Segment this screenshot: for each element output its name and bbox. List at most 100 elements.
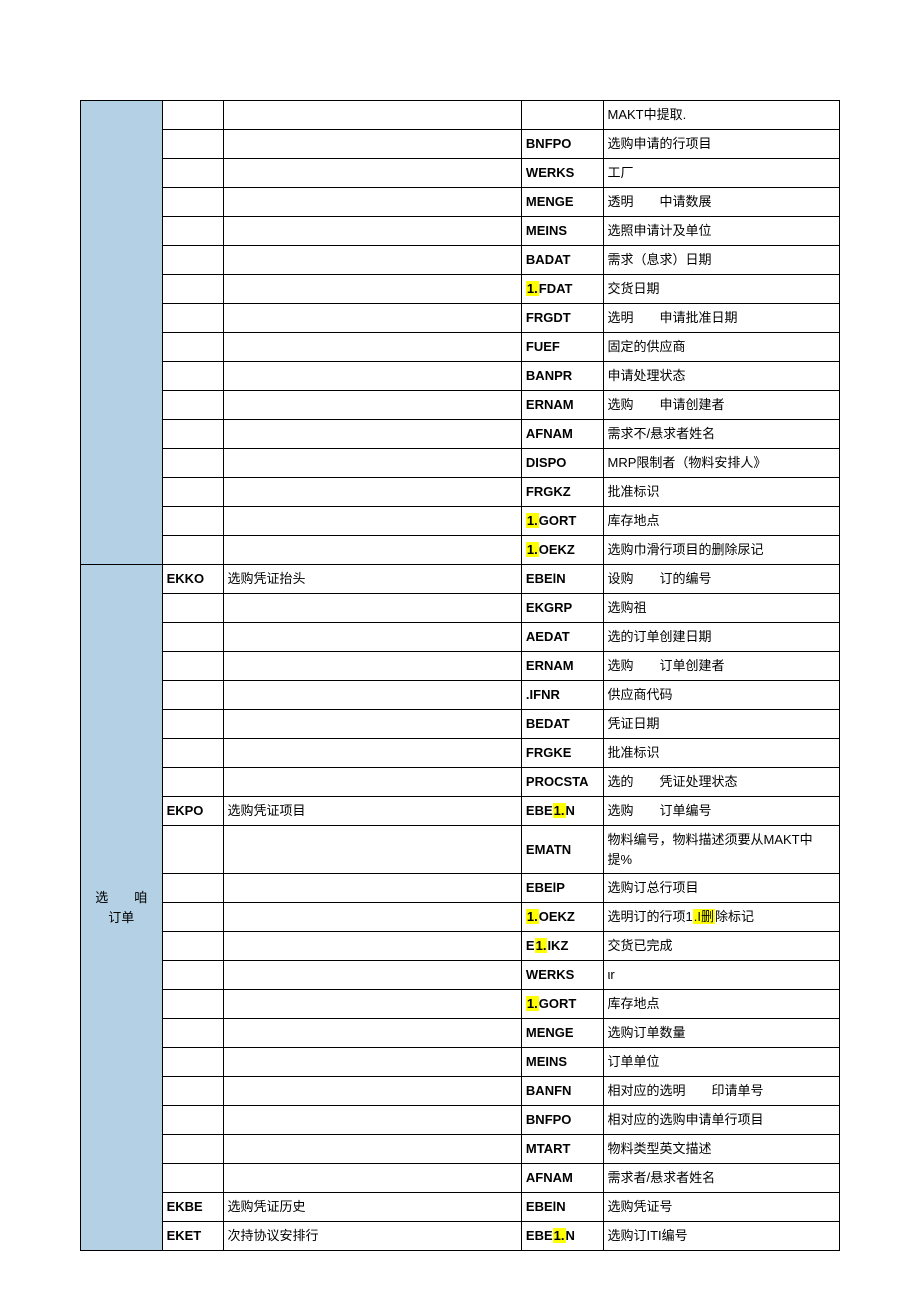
table-name-cell — [162, 652, 223, 681]
table-row: EBElP选购订总行项目 — [81, 874, 840, 903]
field-name-cell: BANFN — [521, 1077, 603, 1106]
table-name-cell — [162, 739, 223, 768]
field-name-cell: EBE1.N — [521, 797, 603, 826]
field-desc-cell: 物料类型英文描述 — [603, 1135, 840, 1164]
field-desc-cell: 选购订单数量 — [603, 1019, 840, 1048]
table-name-cell — [162, 246, 223, 275]
table-row: MEINS订单单位 — [81, 1048, 840, 1077]
field-desc-cell: 选的订单创建日期 — [603, 623, 840, 652]
table-desc-cell — [223, 449, 521, 478]
table-row: BNFPO相对应的选购申请单行项目 — [81, 1106, 840, 1135]
field-desc-cell: MAKT中提取. — [603, 101, 840, 130]
data-dictionary-table: MAKT中提取.BNFPO选购申请的行项目WERKS工厂MENGE透明 中请数展… — [80, 100, 840, 1251]
table-desc-cell — [223, 652, 521, 681]
category-cell — [81, 101, 163, 565]
field-desc-cell: 设购 订的编号 — [603, 565, 840, 594]
table-row: ERNAM选购 申请创建者 — [81, 391, 840, 420]
table-desc-cell — [223, 304, 521, 333]
table-row: BNFPO选购申请的行项目 — [81, 130, 840, 159]
table-row: AFNAM需求不/悬求者姓名 — [81, 420, 840, 449]
table-name-cell — [162, 449, 223, 478]
table-row: BANFN相对应的选明 印请单号 — [81, 1077, 840, 1106]
field-name-cell: E1.IKZ — [521, 932, 603, 961]
field-desc-cell: ιr — [603, 961, 840, 990]
table-row: 1.OEKZ选明订的行项1.I删除标记 — [81, 903, 840, 932]
field-name-cell: PROCSTA — [521, 768, 603, 797]
table-name-cell — [162, 507, 223, 536]
field-name-cell: MEINS — [521, 1048, 603, 1077]
field-name-cell: BEDAT — [521, 710, 603, 739]
field-desc-cell: 选购巾滑行项目的删除尿记 — [603, 536, 840, 565]
field-desc-cell: 相对应的选明 印请单号 — [603, 1077, 840, 1106]
table-row: FUEF固定的供应商 — [81, 333, 840, 362]
field-desc-cell: 选明订的行项1.I删除标记 — [603, 903, 840, 932]
field-desc-cell: 申请处理状态 — [603, 362, 840, 391]
field-name-cell: 1.FDAT — [521, 275, 603, 304]
table-name-cell — [162, 188, 223, 217]
field-name-cell: .IFNR — [521, 681, 603, 710]
table-row: AEDAT选的订单创建日期 — [81, 623, 840, 652]
field-name-cell: DISPO — [521, 449, 603, 478]
table-desc-cell — [223, 594, 521, 623]
table-desc-cell — [223, 333, 521, 362]
field-name-cell: FUEF — [521, 333, 603, 362]
table-row: EMATN物料编号，物料描述须要从MAKT中提% — [81, 826, 840, 874]
table-desc-cell — [223, 1164, 521, 1193]
table-desc-cell — [223, 739, 521, 768]
table-name-cell — [162, 304, 223, 333]
table-row: 1.GORT库存地点 — [81, 507, 840, 536]
table-desc-cell — [223, 478, 521, 507]
table-desc-cell — [223, 275, 521, 304]
field-desc-cell: 选照申请计及单位 — [603, 217, 840, 246]
table-desc-cell — [223, 159, 521, 188]
table-desc-cell: 选购凭证项目 — [223, 797, 521, 826]
table-desc-cell — [223, 536, 521, 565]
field-desc-cell: 选购 订单编号 — [603, 797, 840, 826]
field-name-cell: EMATN — [521, 826, 603, 874]
table-name-cell — [162, 681, 223, 710]
table-desc-cell — [223, 246, 521, 275]
table-row: MENGE透明 中请数展 — [81, 188, 840, 217]
table-name-cell — [162, 961, 223, 990]
field-name-cell: ERNAM — [521, 652, 603, 681]
field-desc-cell: 库存地点 — [603, 507, 840, 536]
table-desc-cell — [223, 990, 521, 1019]
table-row: MEINS选照申请计及单位 — [81, 217, 840, 246]
field-name-cell: EBElN — [521, 1193, 603, 1222]
table-desc-cell — [223, 362, 521, 391]
table-desc-cell — [223, 101, 521, 130]
table-name-cell — [162, 1106, 223, 1135]
table-desc-cell — [223, 1048, 521, 1077]
field-name-cell: EKGRP — [521, 594, 603, 623]
field-desc-cell: 选购订ITI编号 — [603, 1222, 840, 1251]
field-desc-cell: 选购申请的行项目 — [603, 130, 840, 159]
table-desc-cell — [223, 130, 521, 159]
table-desc-cell — [223, 1106, 521, 1135]
table-row: 选 咱 订单EKKO选购凭证抬头EBElN设购 订的编号 — [81, 565, 840, 594]
table-name-cell — [162, 130, 223, 159]
table-row: EKET次持协议安排行EBE1.N选购订ITI编号 — [81, 1222, 840, 1251]
table-desc-cell — [223, 188, 521, 217]
field-desc-cell: 需求者/悬求者姓名 — [603, 1164, 840, 1193]
table-desc-cell — [223, 217, 521, 246]
field-desc-cell: 批准标识 — [603, 478, 840, 507]
table-name-cell — [162, 1019, 223, 1048]
table-desc-cell — [223, 681, 521, 710]
table-row: ERNAM选购 订单创建者 — [81, 652, 840, 681]
table-name-cell — [162, 594, 223, 623]
field-desc-cell: 相对应的选购申请单行项目 — [603, 1106, 840, 1135]
table-desc-cell — [223, 507, 521, 536]
table-row: EKPO选购凭证项目EBE1.N选购 订单编号 — [81, 797, 840, 826]
table-name-cell — [162, 536, 223, 565]
table-row: WERKSιr — [81, 961, 840, 990]
table-row: .IFNR供应商代码 — [81, 681, 840, 710]
field-desc-cell: 选购 申请创建者 — [603, 391, 840, 420]
table-desc-cell: 次持协议安排行 — [223, 1222, 521, 1251]
table-name-cell: EKET — [162, 1222, 223, 1251]
field-name-cell: WERKS — [521, 159, 603, 188]
field-name-cell: 1.GORT — [521, 507, 603, 536]
field-name-cell: ERNAM — [521, 391, 603, 420]
table-row: FRGDT选明 申请批准日期 — [81, 304, 840, 333]
field-name-cell: MTART — [521, 1135, 603, 1164]
field-name-cell: 1.OEKZ — [521, 903, 603, 932]
